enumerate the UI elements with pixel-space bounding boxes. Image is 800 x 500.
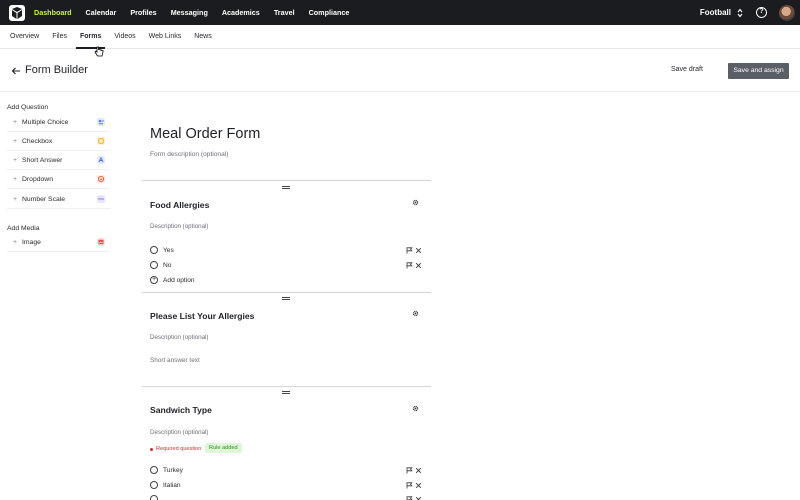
flag-icon[interactable] xyxy=(406,482,413,489)
tab-files[interactable]: Files xyxy=(52,25,67,49)
option-label[interactable]: Italian xyxy=(163,482,181,489)
option-actions xyxy=(406,482,422,489)
nav-calendar[interactable]: Calendar xyxy=(86,8,117,17)
add-option-icon[interactable]: + xyxy=(150,276,158,284)
add-number-scale[interactable]: + Number Scale xyxy=(7,190,110,209)
option-actions xyxy=(406,262,422,269)
sidebar-item-label: Number Scale xyxy=(22,195,66,203)
save-and-assign-button[interactable]: Save and assign xyxy=(728,63,789,79)
radio-option[interactable] xyxy=(150,495,158,500)
sub-nav: Overview Files Forms Videos Web Links Ne… xyxy=(0,25,800,49)
avatar[interactable] xyxy=(779,4,795,21)
nav-travel[interactable]: Travel xyxy=(274,8,295,17)
drag-handle-icon[interactable] xyxy=(282,186,290,189)
option-actions xyxy=(406,467,422,474)
close-icon[interactable] xyxy=(415,247,422,254)
close-icon[interactable] xyxy=(415,262,422,269)
question-title[interactable]: Please List Your Allergies xyxy=(150,311,254,321)
flag-icon[interactable] xyxy=(406,496,413,500)
add-image[interactable]: + Image xyxy=(7,233,110,252)
sidebar-item-label: Image xyxy=(22,238,41,246)
radio-option[interactable] xyxy=(150,246,158,254)
radio-option[interactable] xyxy=(150,261,158,269)
tab-videos[interactable]: Videos xyxy=(114,25,135,49)
option-label[interactable]: Turkey xyxy=(163,467,183,474)
option-label[interactable]: Yes xyxy=(163,247,174,254)
plus-icon: + xyxy=(13,195,18,203)
checkbox-icon xyxy=(97,137,105,145)
add-option-button[interactable]: Add option xyxy=(163,277,195,284)
question-title[interactable]: Food Allergies xyxy=(150,200,209,210)
required-indicator: Required question xyxy=(150,446,201,452)
flag-icon[interactable] xyxy=(406,247,413,254)
plus-icon: + xyxy=(13,137,18,145)
dropdown-icon xyxy=(97,175,105,183)
drag-handle-icon[interactable] xyxy=(282,391,290,394)
nav-profiles[interactable]: Profiles xyxy=(130,8,156,17)
required-text: Required question xyxy=(156,446,202,452)
tab-news[interactable]: News xyxy=(194,25,212,49)
plus-icon: + xyxy=(13,175,18,183)
help-icon[interactable]: ? xyxy=(756,7,767,18)
short-answer-icon xyxy=(97,156,105,164)
radio-option[interactable] xyxy=(150,466,158,474)
divider xyxy=(142,180,431,181)
question-description-input[interactable]: Description (optional) xyxy=(150,334,208,341)
nav-messaging[interactable]: Messaging xyxy=(171,8,208,17)
add-multiple-choice[interactable]: + Multiple Choice xyxy=(7,113,110,132)
team-switcher[interactable]: Football xyxy=(700,8,743,18)
divider xyxy=(142,386,431,387)
gear-icon[interactable] xyxy=(412,310,419,317)
question-description-input[interactable]: Description (optional) xyxy=(150,429,208,436)
team-name: Football xyxy=(699,8,731,17)
rule-badge: Rule added xyxy=(205,443,242,453)
add-dropdown[interactable]: + Dropdown xyxy=(7,170,110,189)
divider xyxy=(142,292,431,293)
close-icon[interactable] xyxy=(415,496,422,500)
nav-compliance[interactable]: Compliance xyxy=(309,8,350,17)
chevron-updown-icon xyxy=(737,8,743,18)
form-title[interactable]: Meal Order Form xyxy=(150,126,260,142)
gear-icon[interactable] xyxy=(412,405,419,412)
flag-icon[interactable] xyxy=(406,262,413,269)
top-nav: Dashboard Calendar Profiles Messaging Ac… xyxy=(0,0,800,25)
tab-forms[interactable]: Forms xyxy=(75,25,106,49)
sidebar-item-label: Multiple Choice xyxy=(22,118,69,126)
number-scale-icon xyxy=(97,195,105,203)
tab-web-links[interactable]: Web Links xyxy=(149,25,182,49)
form-description-input[interactable]: Form description (optional) xyxy=(150,151,228,158)
app-logo[interactable] xyxy=(9,4,25,21)
question-title[interactable]: Sandwich Type xyxy=(150,405,212,415)
nav-dashboard[interactable]: Dashboard xyxy=(34,8,72,17)
close-icon[interactable] xyxy=(415,482,422,489)
tab-overview[interactable]: Overview xyxy=(10,25,39,49)
flag-icon[interactable] xyxy=(406,467,413,474)
add-media-label: Add Media xyxy=(7,225,40,232)
sidebar-item-label: Dropdown xyxy=(22,175,53,183)
gear-icon[interactable] xyxy=(412,199,419,206)
add-checkbox[interactable]: + Checkbox xyxy=(7,132,110,151)
plus-icon: + xyxy=(13,118,18,126)
image-icon xyxy=(97,238,105,246)
plus-icon: + xyxy=(13,156,18,164)
nav-academics[interactable]: Academics xyxy=(222,8,260,17)
question-description-input[interactable]: Description (optional) xyxy=(150,223,208,230)
add-short-answer[interactable]: + Short Answer xyxy=(7,151,110,170)
save-draft-button[interactable]: Save draft xyxy=(671,66,703,73)
option-label[interactable]: No xyxy=(163,262,171,269)
sidebar-item-label: Checkbox xyxy=(22,137,53,145)
required-dot-icon xyxy=(150,447,153,451)
multiple-choice-icon xyxy=(97,118,105,126)
sidebar-item-label: Short Answer xyxy=(22,156,63,164)
add-question-label: Add Question xyxy=(7,104,49,111)
back-arrow-icon[interactable] xyxy=(11,66,21,76)
option-actions xyxy=(406,496,422,500)
plus-icon: + xyxy=(13,238,18,246)
close-icon[interactable] xyxy=(415,467,422,474)
option-actions xyxy=(406,247,422,254)
short-answer-field: Short answer text xyxy=(150,357,200,364)
page-title: Form Builder xyxy=(25,64,88,76)
drag-handle-icon[interactable] xyxy=(282,297,290,300)
radio-option[interactable] xyxy=(150,481,158,489)
